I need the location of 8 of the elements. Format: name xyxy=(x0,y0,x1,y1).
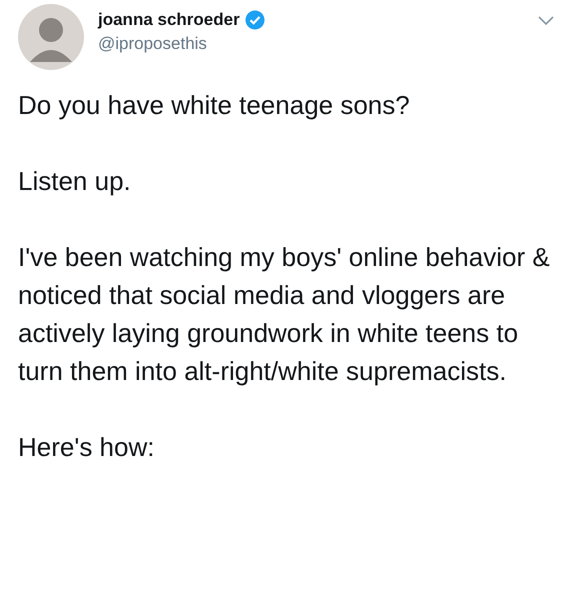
avatar-icon[interactable] xyxy=(18,4,84,70)
chevron-down-icon[interactable] xyxy=(538,16,554,26)
tweet-text: Do you have white teenage sons? xyxy=(18,89,411,122)
tweet-text: I've been watching my boys' online behavior & noticed that social media and vloggers are actively laying groundwork in white teens to turn them into alt-right/white supremacists. xyxy=(18,241,551,388)
author-handle[interactable]: @iproposethis xyxy=(98,34,265,54)
author-name[interactable]: joanna schroeder xyxy=(98,10,240,30)
tweet-text: Listen up. xyxy=(18,165,132,198)
tweet-text: Here's how: xyxy=(18,431,156,464)
